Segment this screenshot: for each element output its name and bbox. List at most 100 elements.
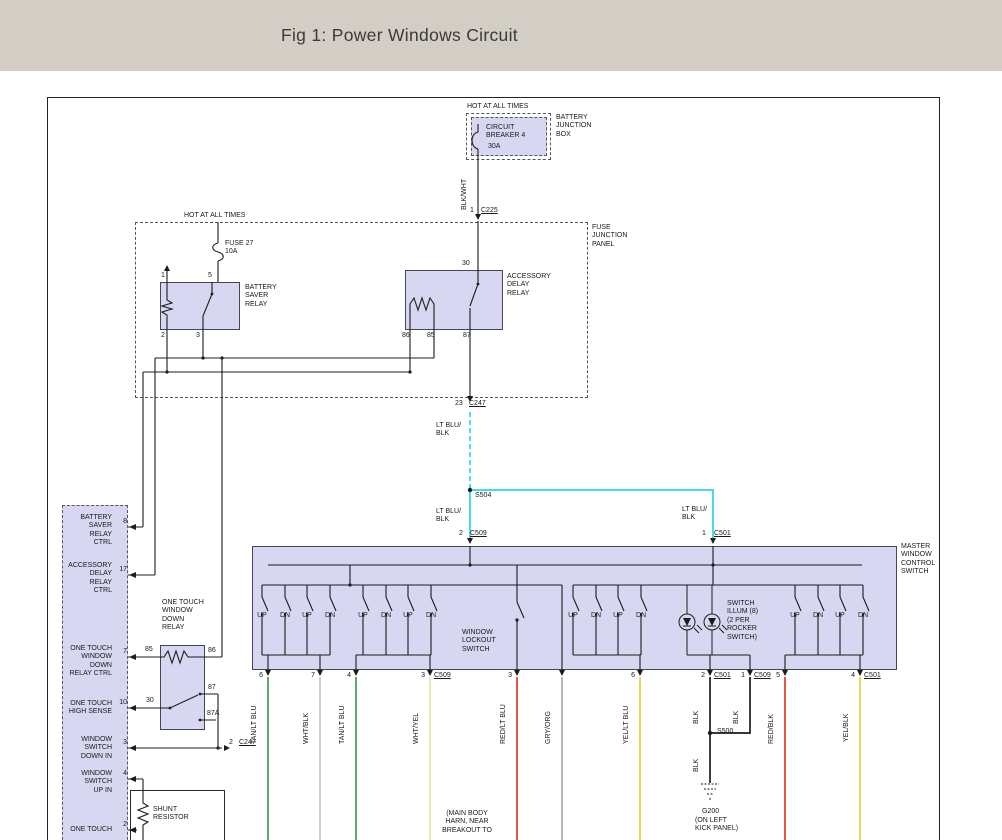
out-pin-7: 7 <box>307 672 315 680</box>
out-pin-3b: 3 <box>504 672 512 680</box>
c247-pin-2: 2 <box>229 739 233 747</box>
fuse-label: FUSE 27 10A <box>225 240 253 257</box>
switch-up-label: UP <box>567 612 579 620</box>
switch-dn-label: DN <box>324 612 336 620</box>
switch-dn-label: DN <box>279 612 291 620</box>
adr-pin-87: 87 <box>463 332 471 340</box>
wire-label-blk-ground: BLK <box>693 759 700 772</box>
c225-pin: 1 <box>470 207 474 215</box>
otr-pin-30: 30 <box>146 697 154 705</box>
battery-saver-relay-box <box>160 282 240 330</box>
c501-connector-link[interactable]: C501 <box>714 530 731 538</box>
out-pin-2: 2 <box>697 672 705 680</box>
figure-page: Fig 1: Power Windows Circuit <box>0 0 1002 840</box>
out-pin-6b: 6 <box>627 672 635 680</box>
c247-connector-link[interactable]: C247 <box>469 400 486 408</box>
wire-label-blk-2: BLK <box>733 711 740 724</box>
out-pin-3a: 3 <box>417 672 425 680</box>
left-pin-3: 3 <box>117 739 127 747</box>
splice-s504-label: S504 <box>475 492 491 500</box>
switch-dn-label: DN <box>590 612 602 620</box>
switch-dn-label: DN <box>380 612 392 620</box>
wire-label-lt-blu-blk-upper: LT BLU/ BLK <box>436 422 461 439</box>
c509-connector-link[interactable]: C509 <box>470 530 487 538</box>
window-switch-up-in-label: WINDOW SWITCH UP IN <box>54 770 112 795</box>
switch-illum-label: SWITCH ILLUM (8) (2 PER ROCKER SWITCH) <box>727 600 758 642</box>
breaker-rating: 30A <box>488 143 500 151</box>
otr-pin-87a: 87A <box>207 710 219 718</box>
switch-dn-label: DN <box>857 612 869 620</box>
one-touch-relay-box <box>160 645 205 730</box>
wire-label-tan-lt-blu-2: TAN/LT BLU <box>339 705 346 744</box>
splice-s500-label: S500 <box>717 728 733 736</box>
otr-pin-85: 85 <box>145 646 153 654</box>
c247-connector-link-2[interactable]: C247 <box>239 739 256 747</box>
harness-note: (MAIN BODY HARN, NEAR BREAKOUT TO <box>432 810 502 835</box>
hot-at-all-times-top: HOT AT ALL TIMES <box>467 103 528 111</box>
c509-pin-2: 2 <box>459 530 463 538</box>
switch-dn-label: DN <box>812 612 824 620</box>
ground-location-label: (ON LEFT KICK PANEL) <box>695 817 738 834</box>
wire-label-lt-blu-blk-right: LT BLU/ BLK <box>682 506 707 523</box>
fuse-junction-panel-label: FUSE JUNCTION PANEL <box>592 224 627 249</box>
switch-up-label: UP <box>834 612 846 620</box>
bsr-pin-5: 5 <box>208 272 212 280</box>
c501-bottom-link-2[interactable]: C501 <box>864 672 881 680</box>
out-pin-5: 5 <box>772 672 780 680</box>
switch-up-label: UP <box>612 612 624 620</box>
circuit-breaker-label: CIRCUIT BREAKER 4 <box>486 124 525 141</box>
c501-pin-1: 1 <box>702 530 706 538</box>
bsr-pin-1: 1 <box>161 272 165 280</box>
wire-label-red-lt-blu: RED/LT BLU <box>500 704 507 744</box>
accessory-delay-relay-label: ACCESSORY DELAY RELAY <box>507 273 551 298</box>
accessory-delay-relay-ctrl-label: ACCESSORY DELAY RELAY CTRL <box>54 562 112 596</box>
accessory-delay-relay-box <box>405 270 503 330</box>
master-switch-label: MASTER WINDOW CONTROL SWITCH <box>901 543 935 577</box>
wire-label-gry-org: GRY/ORG <box>545 711 552 744</box>
battery-junction-box-label: BATTERY JUNCTION BOX <box>556 114 591 139</box>
left-pin-2: 2 <box>117 821 127 829</box>
battery-saver-relay-ctrl-label: BATTERY SAVER RELAY CTRL <box>54 514 112 548</box>
c509-bottom-link-2[interactable]: C509 <box>754 672 771 680</box>
shunt-resistor-label: SHUNT RESISTOR <box>153 806 189 823</box>
wire-label-wht-yel: WHT/YEL <box>413 713 420 744</box>
figure-title: Fig 1: Power Windows Circuit <box>281 25 518 46</box>
switch-up-label: UP <box>402 612 414 620</box>
one-touch-relay-label: ONE TOUCH WINDOW DOWN RELAY <box>162 599 204 633</box>
title-bar: Fig 1: Power Windows Circuit <box>0 0 1002 71</box>
wire-label-wht-blk: WHT/BLK <box>303 713 310 744</box>
wire-label-red-blk: RED/BLK <box>768 714 775 744</box>
one-touch-label: ONE TOUCH <box>54 826 112 834</box>
out-pin-6: 6 <box>255 672 263 680</box>
c501-bottom-link[interactable]: C501 <box>714 672 731 680</box>
wire-label-yel-lt-blu: YEL/LT BLU <box>623 706 630 744</box>
ground-g200-label: G200 <box>702 808 719 816</box>
battery-saver-relay-label: BATTERY SAVER RELAY <box>245 284 277 309</box>
otr-pin-87: 87 <box>208 684 216 692</box>
window-switch-down-in-label: WINDOW SWITCH DOWN IN <box>54 736 112 761</box>
left-pin-8: 8 <box>117 518 127 526</box>
wire-label-yel-blk: YEL/BLK <box>843 714 850 742</box>
switch-dn-label: DN <box>635 612 647 620</box>
window-lockout-switch-label: WINDOW LOCKOUT SWITCH <box>462 629 496 654</box>
switch-dn-label: DN <box>425 612 437 620</box>
out-pin-4b: 4 <box>847 672 855 680</box>
adr-pin-85: 85 <box>427 332 435 340</box>
left-pin-10: 10 <box>114 699 127 707</box>
switch-up-label: UP <box>357 612 369 620</box>
switch-up-label: UP <box>301 612 313 620</box>
bsr-pin-2: 2 <box>161 332 165 340</box>
out-pin-1: 1 <box>737 672 745 680</box>
switch-up-label: UP <box>789 612 801 620</box>
c509-bottom-link[interactable]: C509 <box>434 672 451 680</box>
hot-at-all-times-fjp: HOT AT ALL TIMES <box>184 212 245 220</box>
wire-label-blk-wht: BLK/WHT <box>461 179 468 210</box>
c225-connector-link[interactable]: C225 <box>481 207 498 215</box>
master-window-switch-box <box>252 546 897 670</box>
one-touch-high-sense-label: ONE TOUCH HIGH SENSE <box>54 700 112 717</box>
left-pin-7: 7 <box>117 648 127 656</box>
wire-label-lt-blu-blk-left: LT BLU/ BLK <box>436 508 461 525</box>
c247-pin-23: 23 <box>455 400 463 408</box>
switch-up-label: UP <box>256 612 268 620</box>
bsr-pin-3: 3 <box>196 332 200 340</box>
